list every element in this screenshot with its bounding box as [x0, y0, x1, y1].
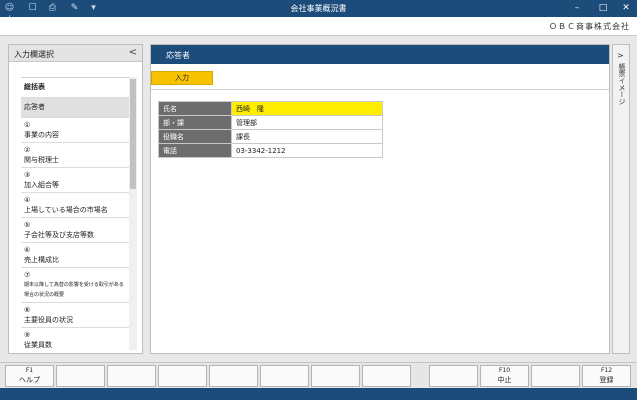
function-key-code: F10	[498, 367, 511, 374]
nav-item-number: ③	[24, 171, 31, 179]
nav-item-label: 応答者	[24, 103, 45, 111]
nav-item-number: ⑤	[24, 221, 31, 229]
nav-scrollbar-thumb[interactable]	[130, 79, 136, 189]
function-key-button[interactable]	[209, 365, 258, 387]
function-key-button[interactable]: F10 中止	[480, 365, 529, 387]
form-image-tab[interactable]: > 帳票イメージ	[612, 44, 630, 354]
input-field-selector-panel: 入力欄選択 < 総括表応答者 ① 事業の内容 ② 関与税理士 ③ 加入組合等 ④ 上場している場…	[8, 44, 143, 354]
field-row: 役職名 課長	[158, 129, 383, 144]
nav-item-number: ①	[24, 121, 31, 129]
function-key-button[interactable]	[158, 365, 207, 387]
nav-item-label: 総括表	[24, 83, 45, 91]
minimize-button[interactable]: –	[570, 2, 584, 15]
function-key-button[interactable]	[362, 365, 411, 387]
field-label: 役職名	[158, 129, 232, 144]
window-title: 会社事業概況書	[290, 4, 347, 13]
nav-item[interactable]: 応答者	[21, 98, 129, 118]
input-tab[interactable]: 入力	[151, 71, 213, 85]
company-name: ＯＢＣ商事株式会社	[549, 22, 630, 31]
function-key-button[interactable]	[311, 365, 360, 387]
nav-item[interactable]: ⑤ 子会社等及び支店等数	[21, 218, 129, 243]
left-panel-title: 入力欄選択	[14, 50, 54, 59]
field-label: 氏名	[158, 101, 232, 116]
function-key-code: F1	[25, 367, 34, 374]
section-header: 応答者	[151, 45, 609, 64]
nav-item-label: 売上構成比	[24, 256, 59, 264]
status-bar	[0, 388, 637, 400]
nav-item-number: ⑧	[24, 306, 31, 314]
function-key-button[interactable]	[531, 365, 580, 387]
field-value[interactable]: 西崎 隆	[231, 101, 383, 116]
nav-item-label: 加入組合等	[24, 181, 59, 189]
nav-item-label: 事業の内容	[24, 131, 59, 139]
nav-item[interactable]: 総括表	[21, 78, 129, 98]
function-key-button[interactable]: F1 ヘルプ	[5, 365, 54, 387]
main-panel: 応答者 入力 氏名 西崎 隆部・課 管理部 役職名 課長 電話 03-3342-1212	[150, 44, 610, 354]
field-row: 部・課 管理部	[158, 115, 383, 130]
company-bar: ＯＢＣ商事株式会社	[0, 17, 637, 36]
nav-item[interactable]: ⑦ 期末以降して為替の影響を受ける取引がある場合の状況の概要	[21, 268, 129, 303]
chevron-right-icon: >	[617, 51, 624, 60]
field-label: 部・課	[158, 115, 232, 130]
function-key-label: ヘルプ	[19, 376, 40, 384]
nav-item-label: 関与税理士	[24, 156, 59, 164]
field-value[interactable]: 管理部	[231, 115, 383, 130]
function-key-bar: F1 ヘルプ F10 中止 F12 登録	[0, 362, 637, 387]
nav-list: 総括表応答者 ① 事業の内容 ② 関与税理士 ③ 加入組合等 ④ 上場している場合の市場名 ⑤ 子会…	[21, 77, 129, 351]
title-bar: ☺+ ☐ ⎙ ✎ ▾ 会社事業概況書 – □ ✕	[0, 0, 637, 24]
function-key-code: F12	[600, 367, 613, 374]
section-title: 応答者	[166, 51, 190, 60]
close-button[interactable]: ✕	[619, 2, 633, 15]
maximize-button[interactable]: □	[596, 2, 610, 15]
collapse-panel-button[interactable]: <	[129, 47, 137, 58]
nav-item[interactable]: ⑥ 売上構成比	[21, 243, 129, 268]
nav-item-number: ⑨	[24, 331, 31, 339]
nav-item[interactable]: ⑧ 主要役員の状況	[21, 303, 129, 328]
nav-item-number: ⑥	[24, 246, 31, 254]
function-key-button[interactable]	[56, 365, 105, 387]
function-key-button[interactable]	[429, 365, 478, 387]
nav-item-label: 上場している場合の市場名	[24, 206, 108, 214]
nav-item[interactable]: ③ 加入組合等	[21, 168, 129, 193]
nav-scrollbar[interactable]	[129, 77, 137, 350]
nav-item-label: 主要役員の状況	[24, 316, 73, 324]
field-row: 電話 03-3342-1212	[158, 143, 383, 158]
nav-item-label: 期末以降して為替の影響を受ける取引がある場合の状況の概要	[24, 282, 124, 298]
function-key-button[interactable]	[107, 365, 156, 387]
function-key-button[interactable]	[260, 365, 309, 387]
nav-item-number: ⑦	[24, 271, 31, 279]
field-row: 氏名 西崎 隆	[158, 101, 383, 116]
nav-item-label: 子会社等及び支店等数	[24, 231, 94, 239]
field-value[interactable]: 課長	[231, 129, 383, 144]
nav-item[interactable]: ④ 上場している場合の市場名	[21, 193, 129, 218]
nav-item[interactable]: ② 関与税理士	[21, 143, 129, 168]
nav-item[interactable]: ① 事業の内容	[21, 118, 129, 143]
left-panel-header: 入力欄選択 <	[9, 45, 142, 62]
nav-item-number: ②	[24, 146, 31, 154]
form-image-label: 帳票イメージ	[618, 63, 626, 105]
nav-item-number: ④	[24, 196, 31, 204]
nav-item[interactable]: ⑨ 従業員数	[21, 328, 129, 351]
function-key-label: 登録	[599, 376, 614, 384]
function-key-label: 中止	[497, 376, 512, 384]
field-value[interactable]: 03-3342-1212	[231, 143, 383, 158]
nav-item-label: 従業員数	[24, 341, 52, 349]
function-key-button[interactable]: F12 登録	[582, 365, 631, 387]
respondent-table: 氏名 西崎 隆部・課 管理部 役職名 課長 電話 03-3342-1212	[158, 101, 383, 158]
field-label: 電話	[158, 143, 232, 158]
